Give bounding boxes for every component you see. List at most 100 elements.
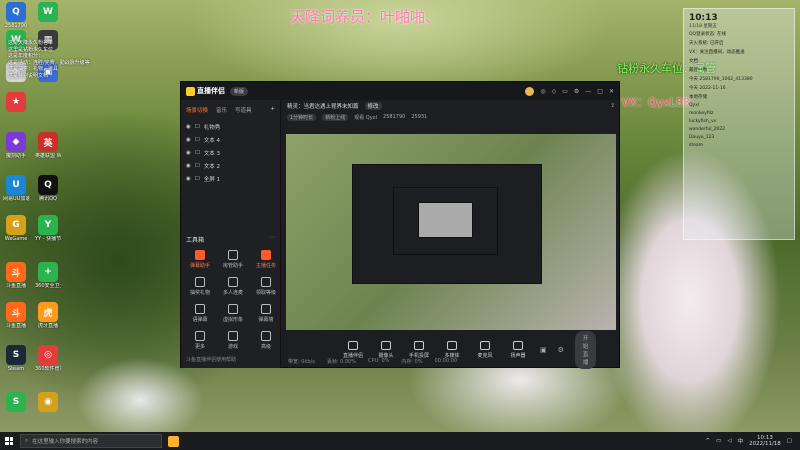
eye-icon[interactable]: ◉ (186, 124, 191, 130)
tool-icon (228, 277, 238, 287)
desktop-icon[interactable]: ◎360软件管家 (35, 345, 61, 372)
scene-item[interactable]: ◉ ☐ 文本 4 (181, 133, 280, 146)
app-icon: ◉ (38, 392, 58, 412)
scene-checkbox[interactable]: ☐ (195, 124, 200, 130)
settings-icon[interactable]: ⚙ (558, 346, 564, 354)
taskbar-clock[interactable]: 10:13 2022/11/18 (749, 435, 781, 448)
desktop-icon[interactable]: Q 2581790 (3, 2, 29, 29)
panel-row: 最近一周 (689, 67, 707, 73)
edit-title-button[interactable]: 修改 (364, 102, 382, 110)
panel-row: QQ登录状态: 在线 (689, 31, 727, 37)
desktop-icon[interactable]: 英英雄联盟 WeGame (35, 132, 61, 159)
status-cpu: CPU: 0% (368, 358, 390, 364)
settings-icon[interactable]: ⚙ (574, 88, 579, 95)
message-icon[interactable]: ▭ (562, 88, 568, 95)
tool-item[interactable]: 房管助手 (218, 250, 248, 269)
taskbar-search[interactable]: ⌕ 在这里输入你要搜索的内容 (20, 434, 162, 448)
scene-checkbox[interactable]: ☐ (195, 150, 200, 156)
stream-stats: 1分钟时长 新粉上线 观看 Qyxl 2581790 25931 (282, 112, 620, 122)
headset-icon[interactable]: ◎ (540, 88, 545, 95)
stat-heat: 25931 (411, 114, 428, 120)
tool-item[interactable]: 弹幕墙 (251, 304, 281, 323)
desktop-icon-label: 腾讯QQ (39, 196, 57, 202)
scene-item[interactable]: ◉ ☐ 文本 3 (181, 146, 280, 159)
record-icon[interactable]: ▣ (540, 346, 547, 354)
stat-duration: 1分钟时长 (287, 113, 317, 121)
desktop-icon[interactable]: 虎虎牙直播 (35, 302, 61, 329)
panel-time: 10:13 (689, 13, 718, 23)
eye-icon[interactable]: ◉ (186, 163, 191, 169)
scene-item[interactable]: ◉ ☐ 全屏 1 (181, 172, 280, 185)
desktop-icon-label: YY - 快播节 (35, 236, 61, 242)
scene-item[interactable]: ◉ ☐ 礼物秀 (181, 120, 280, 133)
scene-checkbox[interactable]: ☐ (195, 137, 200, 143)
desktop-icon[interactable]: +360安全卫士 (35, 262, 61, 289)
stream-preview[interactable] (286, 134, 616, 330)
desktop-icon[interactable]: ★ (3, 92, 29, 113)
title-bar[interactable]: 直播伴侣 新版 ◎ ◇ ▭ ⚙ — □ ✕ (181, 82, 619, 100)
source-icon (348, 341, 358, 350)
side-info-panel: 10:13 11/18 星期五 QQ登录状态: 在线 天火系统: 已开启 VX：关注… (683, 8, 795, 240)
tab-props[interactable]: 写道具 (235, 106, 252, 114)
desktop-icon-label: 魔刻助手 (5, 153, 26, 159)
eye-icon[interactable]: ◉ (186, 150, 191, 156)
panel-row: wonderful_2022 (689, 126, 726, 132)
network-icon[interactable]: ▭ (716, 438, 721, 444)
tool-icon (195, 304, 205, 314)
nested-preview-window (352, 164, 542, 284)
tool-item[interactable]: 更多 (185, 331, 215, 350)
shirt-icon[interactable]: ◇ (552, 88, 557, 95)
tool-label: 主播任务 (255, 263, 276, 269)
eye-icon[interactable]: ◉ (186, 137, 191, 143)
minimize-icon[interactable]: — (585, 88, 591, 95)
app-icon: 虎 (38, 302, 58, 322)
desktop-icon[interactable]: G WeGame (3, 215, 29, 242)
tool-item[interactable]: 弹幕助手 (185, 250, 215, 269)
toolbox-more-icon[interactable]: ⋯ (269, 234, 275, 241)
tool-item[interactable]: 语弹幕 (185, 304, 215, 323)
tool-item[interactable]: 抽奖礼物 (185, 277, 215, 296)
desktop-icon[interactable]: ◉ (35, 392, 61, 413)
desktop-icon[interactable]: ◆ 魔刻助手 (3, 132, 29, 159)
tool-item[interactable]: 虚拟形象 (218, 304, 248, 323)
volume-icon[interactable]: ◁ (727, 438, 731, 444)
help-link[interactable]: 斗鱼直播伴侣使用帮助 (186, 356, 236, 363)
desktop-icon[interactable]: Y YY - 快播节 (35, 215, 61, 242)
tool-label: 弹幕助手 (189, 263, 210, 269)
search-placeholder: 在这里输入你要搜索的内容 (32, 439, 99, 445)
desktop-icon[interactable]: 斗斗鱼直播 (3, 302, 29, 329)
desktop-icon[interactable]: W (35, 2, 61, 23)
app-icon: G (6, 215, 26, 235)
scene-label: 全屏 1 (203, 176, 220, 183)
tool-label: 领取等级 (255, 290, 276, 296)
eye-icon[interactable]: ◉ (186, 176, 191, 182)
desktop-icon[interactable]: 斗斗鱼直播 (3, 262, 29, 289)
version-badge[interactable]: 新版 (230, 86, 249, 96)
tab-scene[interactable]: 场景切换 (186, 106, 208, 114)
maximize-icon[interactable]: □ (597, 88, 603, 95)
ime-indicator[interactable]: 中 (738, 437, 744, 445)
scene-item[interactable]: ◉ ☐ 文本 2 (181, 159, 280, 172)
tab-music[interactable]: 音乐 (216, 106, 227, 114)
scene-checkbox[interactable]: ☐ (195, 176, 200, 182)
share-icon[interactable]: ⇪ (610, 103, 615, 109)
panel-row: steam (689, 142, 704, 148)
add-scene-icon[interactable]: + (270, 106, 275, 114)
live-companion-window[interactable]: 直播伴侣 新版 ◎ ◇ ▭ ⚙ — □ ✕ 场景切换 音乐 写道具 + ◉ ☐ 礼物… (180, 81, 620, 369)
close-icon[interactable]: ✕ (609, 88, 614, 95)
start-button[interactable] (0, 432, 18, 450)
tray-chevron-up-icon[interactable]: ^ (706, 438, 711, 444)
tool-item[interactable]: 高级 (251, 331, 281, 350)
desktop-icon[interactable]: Q 腾讯QQ (35, 175, 61, 202)
tool-item[interactable]: 领取等级 (251, 277, 281, 296)
desktop-icon[interactable]: U网易UU加速器 (3, 175, 29, 202)
tool-item[interactable]: 游戏 (218, 331, 248, 350)
desktop-icon[interactable]: S (3, 392, 29, 413)
tool-item[interactable]: 多人连麦 (218, 277, 248, 296)
taskbar-app-live-companion[interactable] (168, 435, 179, 447)
tool-item[interactable]: 主播任务 (251, 250, 281, 269)
notification-icon[interactable]: ▢ (787, 438, 792, 444)
desktop-icon[interactable]: S Steam (3, 345, 29, 372)
scene-checkbox[interactable]: ☐ (195, 163, 200, 169)
user-avatar[interactable] (525, 86, 535, 96)
